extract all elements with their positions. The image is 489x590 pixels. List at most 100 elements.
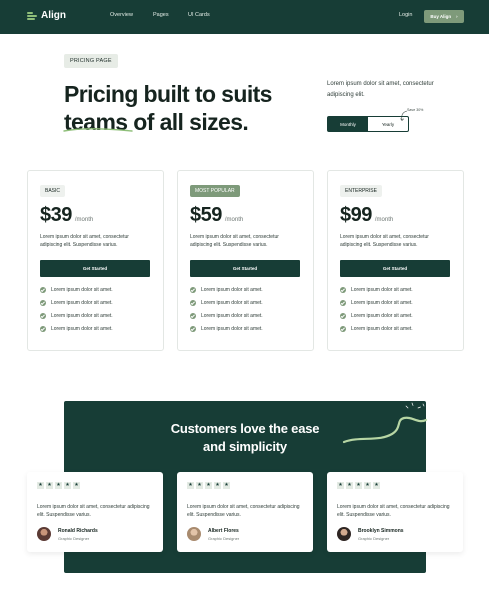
feature-item: Lorem ipsum dolor sit amet.	[190, 300, 263, 306]
feature-label: Lorem ipsum dolor sit amet.	[201, 287, 263, 293]
plan-tier-badge: BASIC	[40, 185, 66, 197]
price-value: $39	[40, 204, 72, 226]
feature-label: Lorem ipsum dolor sit amet.	[351, 287, 413, 293]
feature-item: Lorem ipsum dolor sit amet.	[40, 287, 113, 293]
check-circle-icon	[340, 300, 346, 306]
avatar	[37, 527, 51, 541]
get-started-button[interactable]: Get Started	[340, 260, 450, 277]
star-icon: ★	[205, 482, 212, 489]
testimonial-card: ★ ★ ★ ★ ★ Lorem ipsum dolor sit amet, co…	[27, 472, 163, 552]
login-link[interactable]: Login	[399, 12, 412, 18]
testimonial-card: ★ ★ ★ ★ ★ Lorem ipsum dolor sit amet, co…	[327, 472, 463, 552]
plan-tier-badge: MOST POPULAR	[190, 185, 240, 197]
star-icon: ★	[46, 482, 53, 489]
feature-label: Lorem ipsum dolor sit amet.	[201, 326, 263, 332]
star-icon: ★	[64, 482, 71, 489]
price-value: $99	[340, 204, 372, 226]
star-icon: ★	[55, 482, 62, 489]
buy-align-button[interactable]: Buy Align ›	[424, 10, 464, 23]
star-rating: ★ ★ ★ ★ ★	[337, 482, 380, 489]
reviewer-name: Ronald Richards	[58, 528, 98, 534]
logo-bars-icon	[27, 11, 37, 21]
reviewer-role: Graphic Designer	[208, 536, 240, 541]
check-circle-icon	[190, 326, 196, 332]
star-icon: ★	[346, 482, 353, 489]
check-circle-icon	[340, 287, 346, 293]
feature-label: Lorem ipsum dolor sit amet.	[201, 300, 263, 306]
plan-price: $99 /month	[340, 204, 393, 227]
feature-item: Lorem ipsum dolor sit amet.	[190, 287, 263, 293]
star-icon: ★	[223, 482, 230, 489]
nav-link-overview[interactable]: Overview	[110, 12, 133, 18]
save-note: Save 30%	[407, 108, 424, 112]
feature-label: Lorem ipsum dolor sit amet.	[51, 287, 113, 293]
feature-item: Lorem ipsum dolor sit amet.	[40, 326, 113, 332]
plan-description: Lorem ipsum dolor sit amet, consectetur …	[40, 234, 129, 248]
star-icon: ★	[355, 482, 362, 489]
star-icon: ★	[196, 482, 203, 489]
check-circle-icon	[190, 300, 196, 306]
feature-label: Lorem ipsum dolor sit amet.	[201, 313, 263, 319]
feature-item: Lorem ipsum dolor sit amet.	[190, 313, 263, 319]
testimonial-text: Lorem ipsum dolor sit amet, consectetur …	[337, 504, 450, 518]
feature-item: Lorem ipsum dolor sit amet.	[40, 313, 113, 319]
star-icon: ★	[187, 482, 194, 489]
price-period: /month	[74, 217, 94, 223]
star-icon: ★	[73, 482, 80, 489]
feature-label: Lorem ipsum dolor sit amet.	[51, 313, 113, 319]
feature-label: Lorem ipsum dolor sit amet.	[351, 326, 413, 332]
arrow-right-icon: ›	[456, 14, 458, 19]
star-icon: ★	[214, 482, 221, 489]
feature-label: Lorem ipsum dolor sit amet.	[351, 313, 413, 319]
plan-description: Lorem ipsum dolor sit amet, consectetur …	[340, 234, 429, 248]
star-rating: ★ ★ ★ ★ ★	[37, 482, 80, 489]
get-started-button[interactable]: Get Started	[40, 260, 150, 277]
feature-item: Lorem ipsum dolor sit amet.	[340, 287, 413, 293]
title-line-1: Pricing built to suits	[64, 81, 272, 107]
price-value: $59	[190, 204, 222, 226]
avatar	[187, 527, 201, 541]
check-circle-icon	[340, 313, 346, 319]
buy-align-label: Buy Align	[430, 14, 452, 19]
feature-item: Lorem ipsum dolor sit amet.	[340, 313, 413, 319]
star-icon: ★	[373, 482, 380, 489]
check-circle-icon	[340, 326, 346, 332]
avatar	[337, 527, 351, 541]
swirl-decoration	[342, 402, 428, 444]
toggle-monthly[interactable]: Monthly	[328, 117, 368, 131]
hero-description: Lorem ipsum dolor sit amet, consectetur …	[327, 81, 434, 98]
feature-item: Lorem ipsum dolor sit amet.	[340, 300, 413, 306]
feature-label: Lorem ipsum dolor sit amet.	[51, 326, 113, 332]
plan-tier-badge: ENTERPRISE	[340, 185, 382, 197]
plan-price: $39 /month	[40, 204, 93, 227]
plan-price: $59 /month	[190, 204, 243, 227]
billing-toggle: Monthly Yearly	[327, 116, 409, 132]
price-period: /month	[374, 217, 394, 223]
get-started-button[interactable]: Get Started	[190, 260, 300, 277]
nav-link-ui-cards[interactable]: UI Cards	[188, 12, 210, 18]
reviewer-role: Graphic Designer	[58, 536, 90, 541]
reviewer-role: Graphic Designer	[358, 536, 390, 541]
check-circle-icon	[190, 313, 196, 319]
plan-description: Lorem ipsum dolor sit amet, consectetur …	[190, 234, 279, 248]
plan-card-most-popular: MOST POPULAR $59 /month Lorem ipsum dolo…	[177, 170, 314, 351]
check-circle-icon	[190, 287, 196, 293]
star-rating: ★ ★ ★ ★ ★	[187, 482, 230, 489]
check-circle-icon	[40, 287, 46, 293]
price-period: /month	[224, 217, 244, 223]
plan-card-basic: BASIC $39 /month Lorem ipsum dolor sit a…	[27, 170, 164, 351]
testimonial-text: Lorem ipsum dolor sit amet, consectetur …	[187, 504, 300, 518]
feature-label: Lorem ipsum dolor sit amet.	[351, 300, 413, 306]
plan-card-enterprise: ENTERPRISE $99 /month Lorem ipsum dolor …	[327, 170, 464, 351]
feature-item: Lorem ipsum dolor sit amet.	[340, 326, 413, 332]
feature-label: Lorem ipsum dolor sit amet.	[51, 300, 113, 306]
star-icon: ★	[37, 482, 44, 489]
toggle-yearly[interactable]: Yearly	[368, 117, 408, 131]
check-circle-icon	[40, 326, 46, 332]
check-circle-icon	[40, 313, 46, 319]
feature-item: Lorem ipsum dolor sit amet.	[190, 326, 263, 332]
nav-link-pages[interactable]: Pages	[153, 12, 169, 18]
star-icon: ★	[364, 482, 371, 489]
logo[interactable]: Align	[27, 10, 66, 21]
reviewer-name: Brooklyn Simmons	[358, 528, 404, 534]
